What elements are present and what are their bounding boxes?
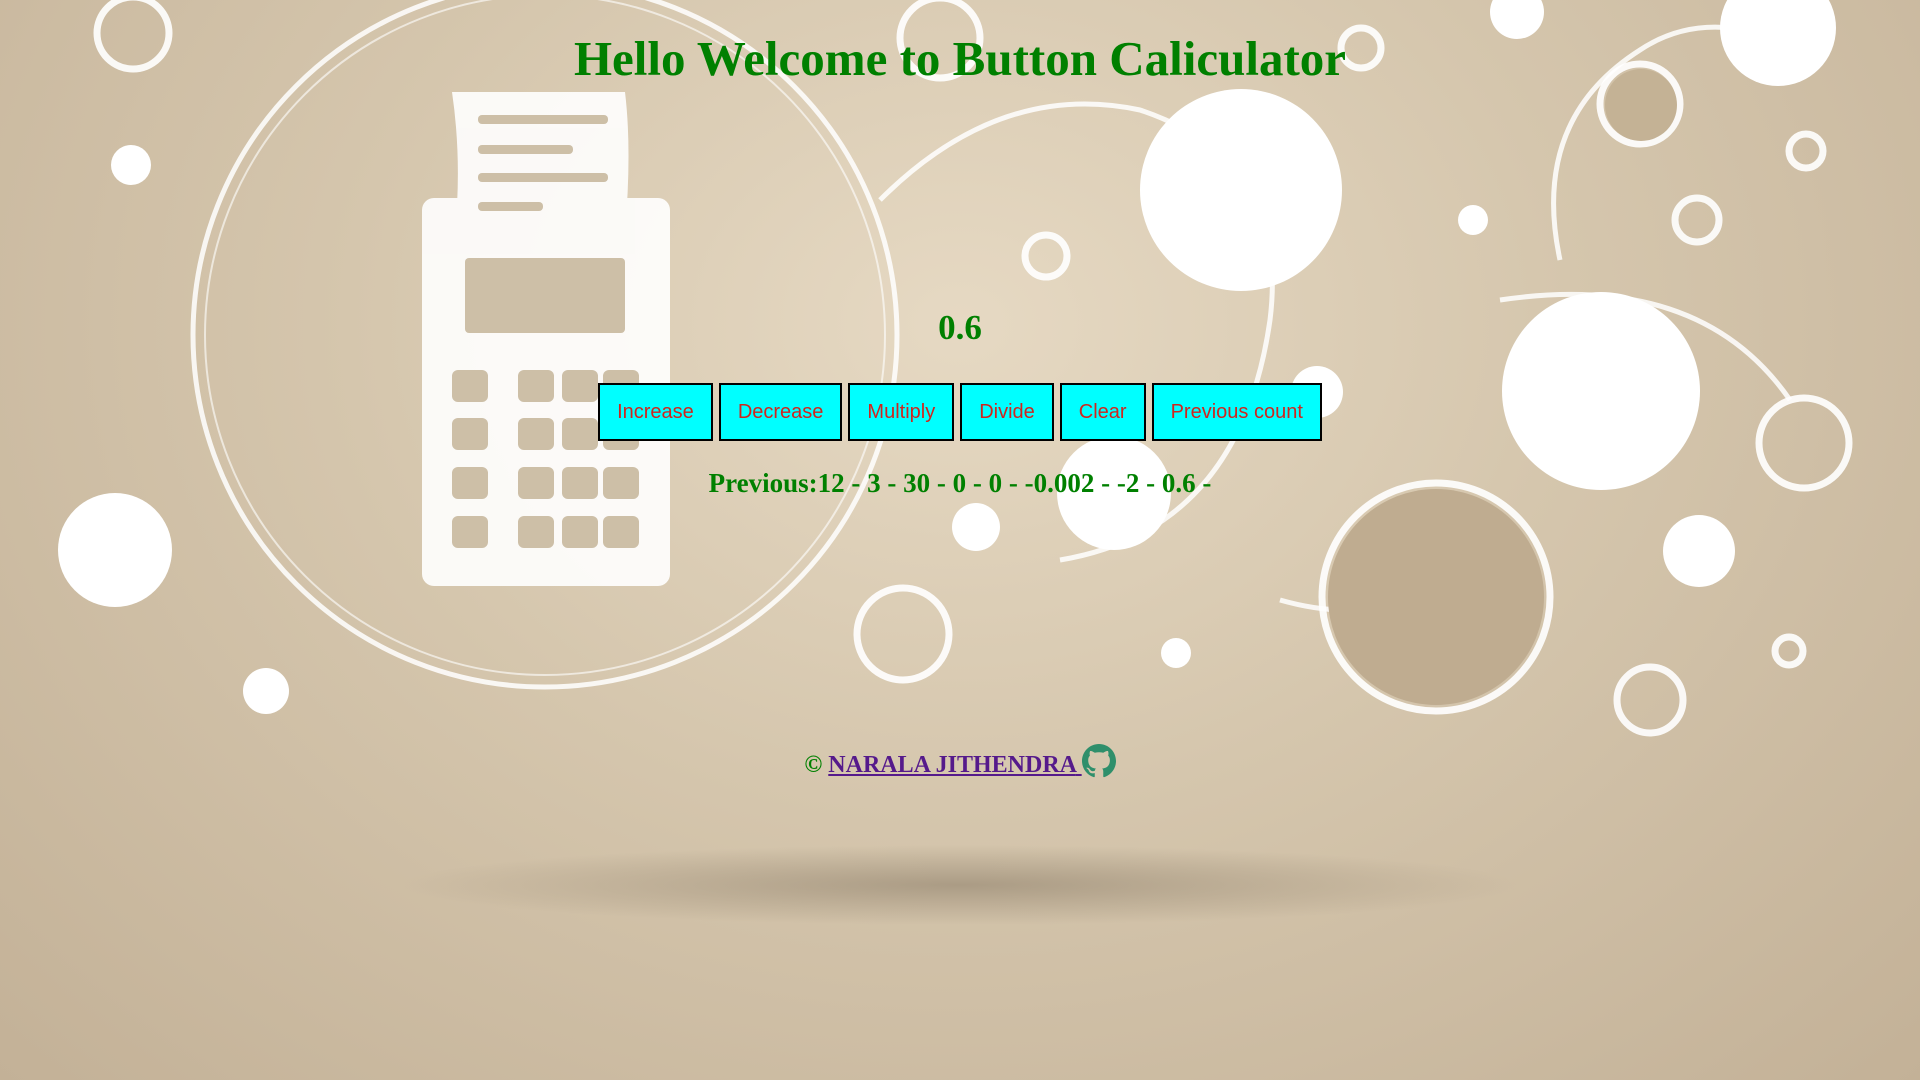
footer: © NARALA JITHENDRA [0,744,1920,779]
github-icon[interactable] [1081,744,1116,778]
counter-value: 0.6 [938,308,982,347]
page: Hello Welcome to Button Caliculator 0.6 … [0,0,1920,1080]
previous-history: Previous:12 - 3 - 30 - 0 - 0 - -0.002 - … [708,468,1212,498]
clear-button[interactable]: Clear [1059,383,1146,441]
increase-button[interactable]: Increase [598,383,713,441]
copyright-symbol: © [804,752,823,778]
button-row: Increase Decrease Multiply Divide Clear … [0,383,1920,441]
divide-button[interactable]: Divide [960,383,1054,441]
decrease-button[interactable]: Decrease [718,383,843,441]
author-link-label: NARALA JITHENDRA [828,752,1076,778]
author-link[interactable]: NARALA JITHENDRA [828,752,1081,778]
previous-count-button[interactable]: Previous count [1151,383,1322,441]
multiply-button[interactable]: Multiply [848,383,955,441]
page-title: Hello Welcome to Button Caliculator [573,31,1347,86]
